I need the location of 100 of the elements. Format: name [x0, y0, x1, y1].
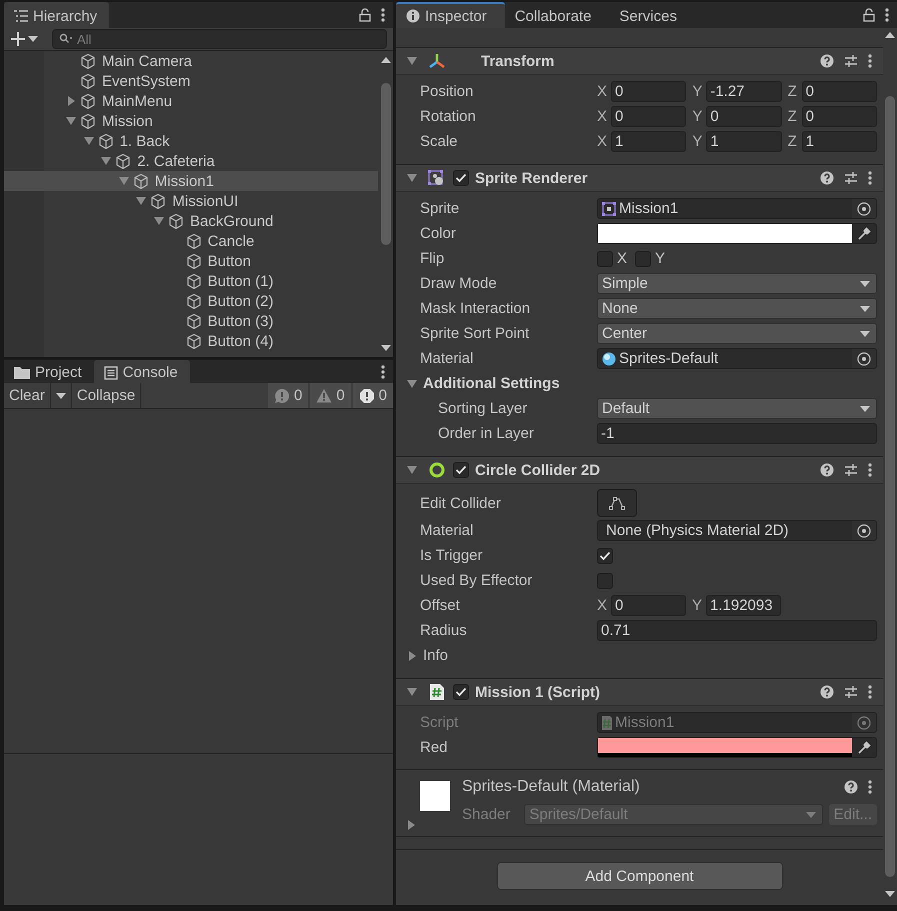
input-field[interactable]: 0: [611, 81, 686, 102]
help-icon[interactable]: [820, 171, 834, 185]
checkbox[interactable]: [453, 462, 469, 478]
tree-item[interactable]: Mission1: [4, 171, 378, 191]
target-icon[interactable]: [857, 202, 871, 216]
tree-item[interactable]: 1. Back: [4, 131, 378, 151]
target-icon[interactable]: [857, 352, 871, 366]
collapse-button[interactable]: Collapse: [72, 383, 142, 408]
input-field[interactable]: 1: [706, 131, 782, 152]
component-header[interactable]: Transform: [396, 48, 883, 75]
menu-icon[interactable]: [868, 780, 872, 794]
panel-tab[interactable]: Console: [94, 360, 190, 383]
create-button[interactable]: [10, 31, 38, 47]
color-field[interactable]: [597, 223, 877, 244]
dropdown[interactable]: Center: [597, 323, 877, 344]
clear-button[interactable]: Clear: [4, 383, 51, 408]
tree-item[interactable]: Button (1): [4, 271, 378, 291]
tree-item[interactable]: Cancle: [4, 231, 378, 251]
object-field[interactable]: None (Physics Material 2D): [597, 520, 877, 541]
tree-item[interactable]: Button: [4, 251, 378, 271]
add-component-button[interactable]: Add Component: [496, 862, 782, 890]
input-field[interactable]: 1: [611, 131, 686, 152]
foldout[interactable]: Info: [396, 643, 883, 668]
input-field[interactable]: 1.192093: [706, 595, 781, 616]
tree-item[interactable]: 2. Cafeteria: [4, 151, 378, 171]
tree-item[interactable]: Button (2): [4, 291, 378, 311]
checkbox[interactable]: [453, 170, 469, 186]
checkbox[interactable]: [597, 250, 613, 266]
menu-icon[interactable]: [868, 463, 872, 477]
cube-icon: [115, 152, 132, 170]
dropdown[interactable]: Default: [597, 398, 877, 419]
checkbox[interactable]: [597, 572, 613, 588]
lock-icon[interactable]: [359, 8, 371, 22]
help-icon[interactable]: [820, 463, 834, 477]
log-filter-toggle[interactable]: 0: [310, 383, 351, 408]
foldout[interactable]: Additional Settings: [396, 371, 883, 396]
help-icon[interactable]: [820, 54, 834, 68]
checkbox[interactable]: [635, 250, 652, 266]
dropdown[interactable]: Simple: [597, 273, 877, 294]
sliders-icon[interactable]: [844, 54, 858, 68]
input-field[interactable]: 0: [802, 106, 877, 127]
input-field[interactable]: 1: [802, 131, 877, 152]
menu-icon[interactable]: [381, 8, 385, 22]
edit-collider-button[interactable]: [597, 489, 637, 517]
checkbox[interactable]: [453, 684, 469, 700]
component-title: Circle Collider 2D: [475, 462, 600, 478]
tree-item[interactable]: EventSystem: [4, 71, 378, 91]
input-field[interactable]: 0: [802, 81, 877, 102]
component-header[interactable]: Circle Collider 2D: [396, 457, 883, 484]
expanded-arrow-icon[interactable]: [64, 116, 78, 126]
log-filter-toggle[interactable]: 0: [352, 383, 393, 408]
input-field[interactable]: 0.71: [597, 620, 877, 641]
dropdown[interactable]: None: [597, 298, 877, 319]
tree-item[interactable]: Mission: [4, 111, 378, 131]
panel-tab[interactable]: Hierarchy: [4, 2, 110, 28]
panel-tab[interactable]: Inspector: [396, 2, 505, 28]
object-field[interactable]: Sprites-Default: [597, 348, 877, 369]
panel-tab[interactable]: Services: [609, 2, 695, 28]
component-header[interactable]: Mission 1 (Script): [396, 679, 883, 706]
panel-tab[interactable]: Project: [4, 360, 94, 383]
tree-item[interactable]: Main Camera: [4, 51, 378, 71]
sliders-icon[interactable]: [844, 171, 858, 185]
input-field[interactable]: 0: [611, 106, 686, 127]
expanded-arrow-icon[interactable]: [134, 196, 148, 206]
axes-icon: [427, 52, 447, 70]
tree-item[interactable]: BackGround: [4, 211, 378, 231]
component-header[interactable]: Sprite Renderer: [396, 165, 883, 192]
lock-icon[interactable]: [863, 8, 875, 22]
panel-tab[interactable]: Collaborate: [504, 2, 610, 28]
menu-icon[interactable]: [868, 685, 872, 699]
eyedropper-icon[interactable]: [857, 226, 871, 240]
menu-icon[interactable]: [381, 364, 385, 378]
color-field[interactable]: [597, 737, 877, 758]
checkmark-icon: [455, 173, 467, 183]
menu-icon[interactable]: [885, 8, 889, 22]
field-label: Rotation: [420, 108, 477, 125]
object-field[interactable]: Mission1: [597, 198, 877, 219]
menu-icon[interactable]: [868, 54, 872, 68]
tree-item[interactable]: Button (3): [4, 311, 378, 331]
input-field[interactable]: 0: [611, 595, 686, 616]
tree-item[interactable]: MainMenu: [4, 91, 378, 111]
expanded-arrow-icon[interactable]: [116, 176, 131, 186]
log-filter-toggle[interactable]: 0: [268, 383, 308, 408]
expanded-arrow-icon[interactable]: [82, 136, 96, 146]
sliders-icon[interactable]: [844, 685, 858, 699]
help-icon[interactable]: [820, 685, 834, 699]
tree-item[interactable]: MissionUI: [4, 191, 378, 211]
tree-item[interactable]: Button (4): [4, 331, 378, 351]
error-icon: [358, 388, 375, 404]
input-field[interactable]: 0: [706, 106, 782, 127]
expanded-arrow-icon[interactable]: [152, 216, 166, 226]
target-icon[interactable]: [857, 524, 871, 538]
eyedropper-icon[interactable]: [857, 740, 871, 754]
expanded-arrow-icon[interactable]: [99, 156, 114, 166]
input-field[interactable]: -1.27: [706, 81, 782, 102]
menu-icon[interactable]: [868, 171, 872, 185]
checkbox[interactable]: [597, 548, 613, 564]
sliders-icon[interactable]: [844, 463, 858, 477]
input-field[interactable]: -1: [597, 423, 877, 444]
help-icon[interactable]: [844, 780, 858, 794]
